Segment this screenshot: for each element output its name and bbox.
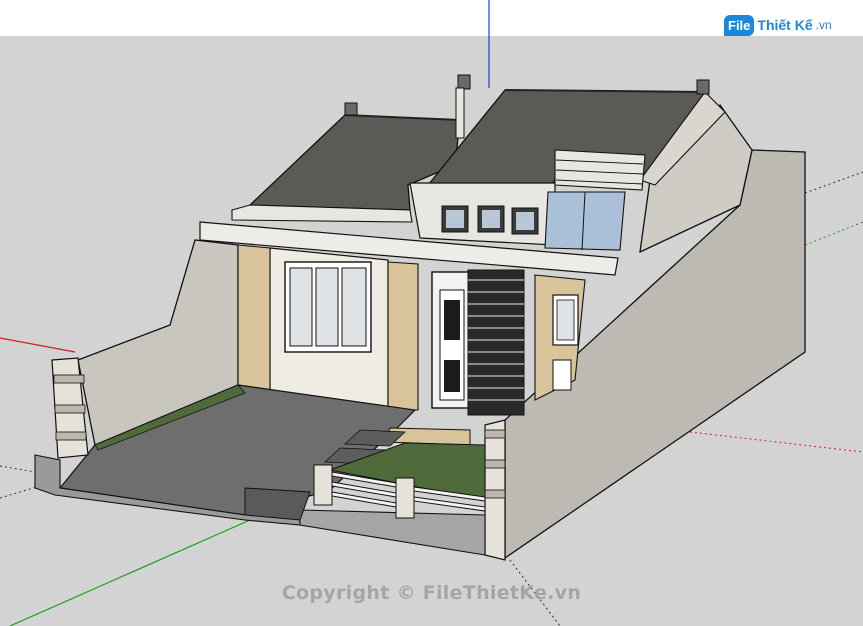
stone-column-left [237, 244, 271, 391]
fence-post-left [313, 464, 333, 506]
upper-window-1-inner [446, 210, 464, 228]
right-pillar-band2 [484, 459, 506, 469]
logo-name: Thiết Kế [757, 17, 813, 33]
right-pillar-band1 [484, 429, 506, 439]
site-logo: File Thiết Kế .vn [724, 10, 832, 40]
upper-window-3-inner [516, 212, 534, 230]
right-pillar-band3 [484, 489, 506, 499]
door-glass [444, 300, 460, 340]
sketchup-3d-viewport[interactable] [0, 0, 863, 626]
chimney-post [455, 87, 465, 139]
main-window-pane-2 [315, 267, 339, 347]
pergola [554, 149, 646, 191]
driveway-ramp [244, 487, 311, 521]
logo-badge: File [724, 14, 755, 36]
left-pillar-band2 [54, 404, 86, 414]
stone-column-mid [387, 261, 419, 411]
upper-window-2-inner [482, 210, 500, 228]
side-window-right-lower [552, 359, 572, 391]
chimney-left [344, 102, 358, 116]
chimney-right [696, 79, 710, 95]
main-window-pane-1 [289, 267, 313, 347]
left-pillar-band1 [53, 374, 85, 384]
left-pillar-band3 [55, 431, 87, 441]
fence-post-right [395, 477, 415, 519]
logo-domain: .vn [815, 18, 832, 32]
chimney-mid [457, 74, 471, 90]
side-window-right-pane [556, 299, 575, 341]
copyright-watermark: Copyright © FileThietKe.vn [281, 582, 582, 604]
house-model-drawing [0, 0, 863, 626]
door-lower-panel [444, 360, 460, 392]
main-window-pane-3 [341, 267, 367, 347]
